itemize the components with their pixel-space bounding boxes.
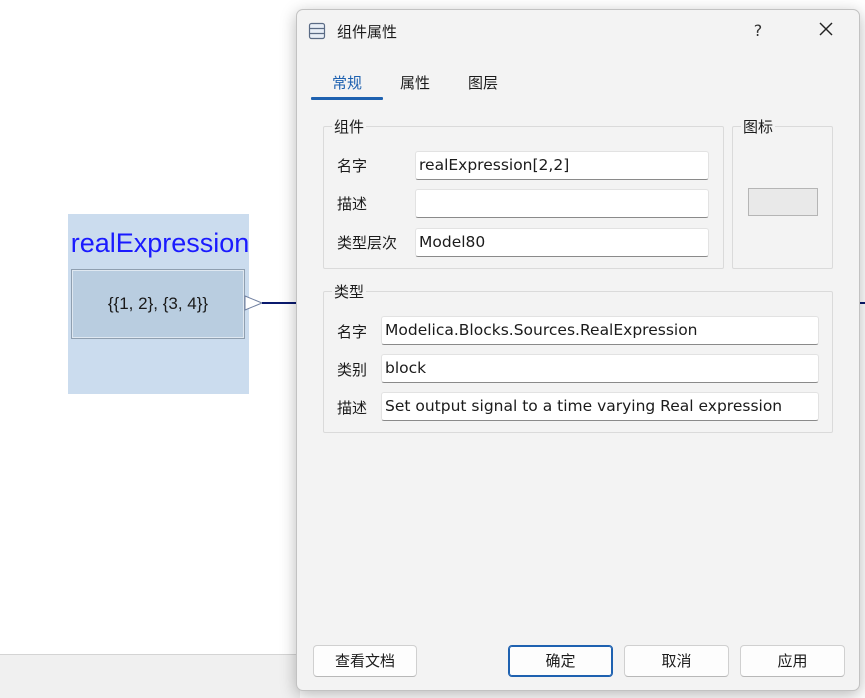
- close-button[interactable]: [803, 14, 849, 48]
- component-name-label: 名字: [337, 157, 368, 175]
- icon-group-legend: 图标: [743, 118, 774, 136]
- help-button[interactable]: ?: [735, 14, 781, 48]
- dialog-titlebar[interactable]: 组件属性 ?: [297, 10, 859, 52]
- component-properties-dialog: 组件属性 ? 常规 属性 图层 组件 名字 realExpression[2,2…: [296, 9, 860, 691]
- component-icon-preview: [748, 188, 818, 216]
- dialog-title: 组件属性: [337, 23, 398, 41]
- tab-general[interactable]: 常规: [311, 70, 383, 100]
- component-description-field[interactable]: [415, 189, 709, 218]
- ok-button[interactable]: 确定: [508, 645, 613, 677]
- component-description-label: 描述: [337, 195, 368, 213]
- view-docs-button[interactable]: 查看文档: [313, 645, 417, 677]
- real-expression-block[interactable]: {{1, 2}, {3, 4}}: [71, 269, 245, 339]
- block-instance-title: realExpression: [70, 228, 250, 258]
- type-description-field[interactable]: Set output signal to a time varying Real…: [381, 392, 819, 421]
- type-category-label: 类别: [337, 361, 368, 379]
- apply-button[interactable]: 应用: [740, 645, 845, 677]
- close-icon: [818, 21, 834, 41]
- type-category-field[interactable]: block: [381, 354, 819, 383]
- component-group-legend: 组件: [334, 118, 365, 136]
- type-group-legend: 类型: [334, 283, 365, 301]
- properties-icon: [307, 21, 327, 41]
- component-name-field[interactable]: realExpression[2,2]: [415, 151, 709, 180]
- active-tab-indicator: [311, 97, 383, 100]
- type-hierarchy-label: 类型层次: [337, 234, 398, 252]
- block-value-text: {{1, 2}, {3, 4}}: [107, 294, 209, 313]
- tab-attributes[interactable]: 属性: [393, 70, 437, 100]
- type-description-label: 描述: [337, 399, 368, 417]
- type-hierarchy-field[interactable]: Model80: [415, 228, 709, 257]
- type-name-label: 名字: [337, 323, 368, 341]
- canvas-status-bar: [0, 654, 300, 698]
- tab-layers[interactable]: 图层: [461, 70, 505, 100]
- cancel-button[interactable]: 取消: [624, 645, 729, 677]
- type-name-field[interactable]: Modelica.Blocks.Sources.RealExpression: [381, 316, 819, 345]
